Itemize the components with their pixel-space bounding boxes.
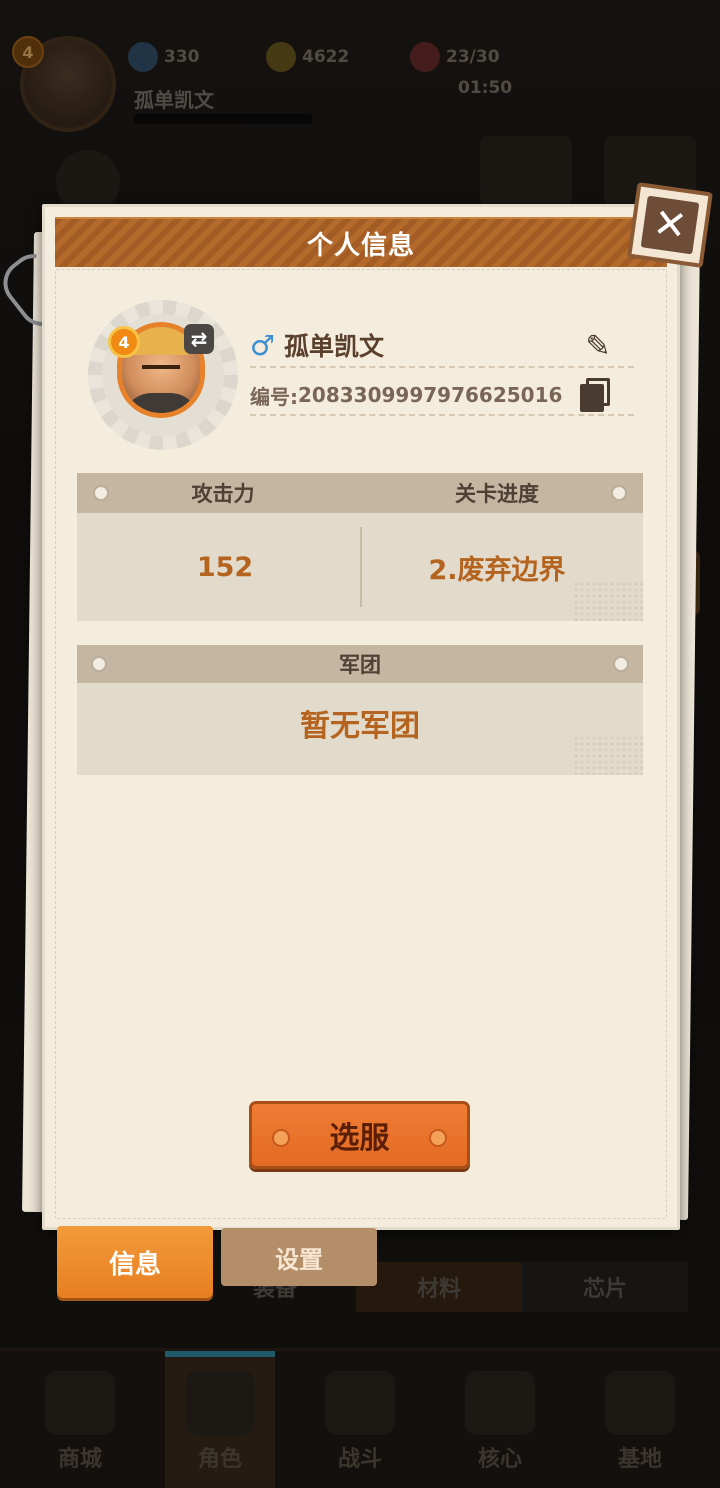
id-row: 编号: 2083309997976625016	[250, 376, 634, 416]
guild-value: 暂无军团	[300, 709, 420, 744]
guild-label: 军团	[339, 653, 381, 677]
stats-header: 攻击力 关卡进度	[77, 473, 643, 513]
select-server-label: 选服	[329, 1121, 390, 1156]
player-id: 2083309997976625016	[298, 383, 563, 407]
attack-label: 攻击力	[191, 482, 255, 506]
name-row: ♂ 孤单凯文 ✎	[250, 324, 634, 368]
id-label: 编号:	[250, 384, 298, 409]
level-badge: 4	[108, 326, 140, 358]
rivet-icon	[91, 656, 107, 672]
swap-avatar-icon[interactable]: ⇄	[184, 324, 214, 354]
attack-value: 152	[196, 551, 254, 583]
modal-header: 个人信息	[55, 217, 667, 267]
copy-icon[interactable]	[580, 378, 610, 412]
dot-pattern	[573, 735, 643, 775]
tab-info[interactable]: 信息	[57, 1226, 213, 1298]
close-button[interactable]: ✕	[627, 182, 713, 268]
close-icon: ✕	[640, 195, 700, 255]
rivet-icon	[611, 485, 627, 501]
dot-pattern	[573, 581, 643, 621]
edit-name-icon[interactable]: ✎	[580, 328, 616, 364]
player-name: 孤单凯文	[284, 332, 385, 361]
bolt-icon	[429, 1129, 447, 1147]
rivet-icon	[613, 656, 629, 672]
guild-panel: 军团 暂无军团	[77, 645, 643, 775]
bolt-icon	[272, 1129, 290, 1147]
progress-label: 关卡进度	[455, 482, 539, 506]
male-icon: ♂	[250, 328, 276, 362]
tab-settings[interactable]: 设置	[221, 1228, 377, 1286]
guild-header: 军团	[77, 645, 643, 683]
select-server-button[interactable]: 选服	[249, 1101, 470, 1169]
stats-panel: 攻击力 关卡进度 152 2.废弃边界	[77, 473, 643, 621]
modal-title: 个人信息	[306, 230, 415, 261]
